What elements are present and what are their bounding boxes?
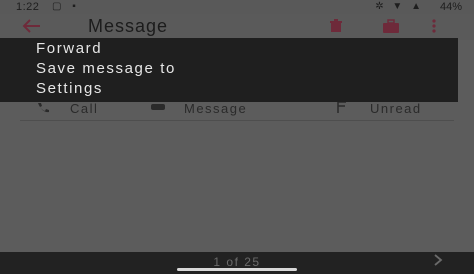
call-action[interactable]: Call — [36, 101, 98, 116]
message-action[interactable]: Message — [150, 101, 247, 116]
menu-item-settings[interactable]: Settings — [36, 80, 103, 97]
message-action-row: Call Message Unread — [0, 100, 474, 118]
message-icon — [150, 101, 166, 116]
message-screen: 1:22 ▢ ▪ ✲ ▼ ▲ 44% Message Call Message … — [0, 0, 474, 274]
battery-level: 44% — [439, 1, 462, 13]
overflow-menu: Forward Save message to Settings — [0, 38, 458, 102]
page-counter: 1 of 25 — [213, 255, 261, 269]
status-bar: 1:22 ▢ ▪ ✲ ▼ ▲ 44% — [0, 0, 474, 14]
flag-icon — [336, 101, 352, 116]
flag-icon-glyph — [337, 101, 346, 113]
divider — [20, 120, 454, 121]
briefcase-icon-glyph — [383, 19, 399, 33]
phone-icon-glyph — [38, 103, 49, 113]
phone-icon — [36, 101, 52, 116]
message-label: Message — [184, 101, 248, 116]
menu-item-save-message-to[interactable]: Save message to — [36, 60, 176, 77]
unread-label: Unread — [370, 101, 422, 116]
briefcase-icon[interactable] — [382, 18, 399, 34]
arrow-left-icon-glyph — [22, 19, 40, 33]
chevron-right-icon[interactable] — [432, 253, 444, 270]
message-icon-glyph — [151, 104, 165, 110]
call-label: Call — [70, 101, 99, 116]
overflow-menu-icon[interactable] — [428, 16, 440, 36]
notification-icons: ▢ ▪ — [52, 1, 80, 12]
status-time: 1:22 — [16, 1, 40, 13]
app-bar: Message — [0, 14, 474, 40]
chevron-right-icon-glyph — [434, 254, 443, 266]
trash-icon-glyph — [330, 19, 342, 32]
page-title: Message — [88, 16, 169, 36]
arrow-left-icon[interactable] — [20, 16, 48, 36]
home-indicator[interactable] — [177, 268, 297, 271]
menu-item-forward[interactable]: Forward — [36, 40, 102, 57]
signal-wifi-icons: ✲ ▼ ▲ — [375, 1, 424, 12]
unread-action[interactable]: Unread — [336, 101, 422, 116]
trash-icon[interactable] — [328, 18, 344, 34]
overflow-menu-icon-glyph — [432, 19, 436, 33]
